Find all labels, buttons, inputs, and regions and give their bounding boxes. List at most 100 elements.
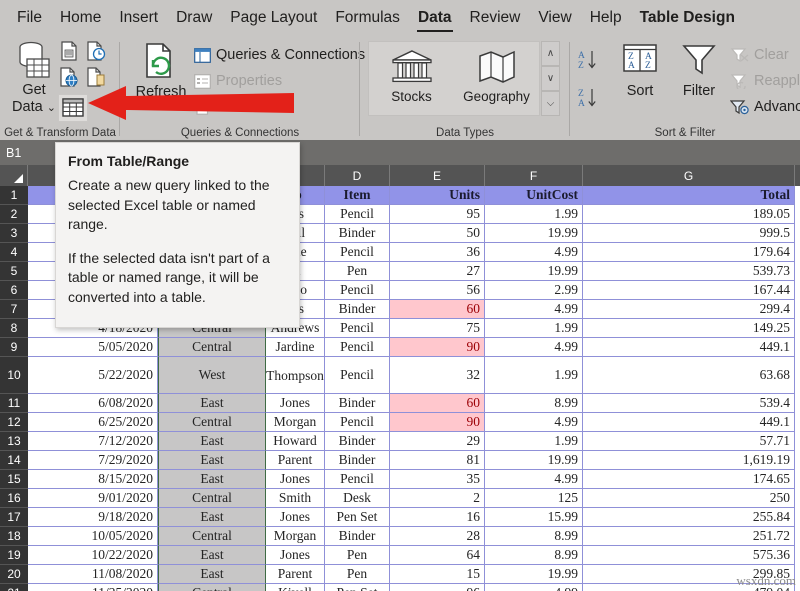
data-cell-units[interactable]: 50 xyxy=(390,224,485,243)
data-cell-unitcost[interactable]: 4.99 xyxy=(485,300,583,319)
data-cell-date[interactable]: 6/08/2020 xyxy=(28,394,158,413)
row-header-13[interactable]: 13 xyxy=(0,432,28,451)
data-cell-item[interactable]: Pencil xyxy=(325,243,390,262)
data-cell-unitcost[interactable]: 4.99 xyxy=(485,413,583,432)
data-cell-rep[interactable]: Parent xyxy=(266,565,325,584)
data-cell-total[interactable]: 449.1 xyxy=(583,338,795,357)
data-cell-units[interactable]: 36 xyxy=(390,243,485,262)
data-cell-units[interactable]: 90 xyxy=(390,413,485,432)
row-header-17[interactable]: 17 xyxy=(0,508,28,527)
data-cell-total[interactable]: 251.72 xyxy=(583,527,795,546)
row-header-4[interactable]: 4 xyxy=(0,243,28,262)
data-cell-total[interactable]: 255.84 xyxy=(583,508,795,527)
advanced-filter-button[interactable]: Advanced xyxy=(730,94,800,120)
data-cell-item[interactable]: Pencil xyxy=(325,357,390,394)
data-cell-unitcost[interactable]: 19.99 xyxy=(485,565,583,584)
data-cell-total[interactable]: 575.36 xyxy=(583,546,795,565)
row-header-9[interactable]: 9 xyxy=(0,338,28,357)
data-cell-total[interactable]: 539.4 xyxy=(583,394,795,413)
data-cell-unitcost[interactable]: 4.99 xyxy=(485,338,583,357)
data-cell-units[interactable]: 64 xyxy=(390,546,485,565)
data-cell-item[interactable]: Pencil xyxy=(325,470,390,489)
data-cell-total[interactable]: 1,619.19 xyxy=(583,451,795,470)
data-cell-region[interactable]: East xyxy=(158,470,266,489)
tab-review[interactable]: Review xyxy=(461,3,530,33)
data-cell-units[interactable]: 35 xyxy=(390,470,485,489)
data-cell-total[interactable]: 179.64 xyxy=(583,243,795,262)
data-cell-item[interactable]: Binder xyxy=(325,224,390,243)
sort-descending-button[interactable]: Z A xyxy=(576,84,608,112)
data-cell-units[interactable]: 29 xyxy=(390,432,485,451)
tab-file[interactable]: File xyxy=(8,3,51,33)
data-cell-rep[interactable]: Smith xyxy=(266,489,325,508)
data-cell-units[interactable]: 90 xyxy=(390,338,485,357)
data-cell-unitcost[interactable]: 4.99 xyxy=(485,470,583,489)
data-cell-unitcost[interactable]: 1.99 xyxy=(485,357,583,394)
gallery-more-button[interactable]: ⌵ xyxy=(541,91,560,116)
data-cell-item[interactable]: Pencil xyxy=(325,413,390,432)
from-recent-sources-button[interactable] xyxy=(85,40,109,64)
from-text-csv-button[interactable] xyxy=(58,40,82,64)
data-cell-date[interactable]: 9/18/2020 xyxy=(28,508,158,527)
gallery-scroll-down-button[interactable]: ∨ xyxy=(541,66,560,91)
data-cell-item[interactable]: Binder xyxy=(325,527,390,546)
row-header-16[interactable]: 16 xyxy=(0,489,28,508)
row-header-2[interactable]: 2 xyxy=(0,205,28,224)
data-cell-rep[interactable]: Morgan xyxy=(266,413,325,432)
data-cell-rep[interactable]: Morgan xyxy=(266,527,325,546)
data-cell-region[interactable]: Central xyxy=(158,527,266,546)
data-cell-item[interactable]: Binder xyxy=(325,394,390,413)
geography-button[interactable]: Geography xyxy=(461,47,533,104)
row-header-10[interactable]: 10 xyxy=(0,357,28,394)
data-cell-units[interactable]: 81 xyxy=(390,451,485,470)
data-cell-units[interactable]: 95 xyxy=(390,205,485,224)
data-cell-item[interactable]: Pencil xyxy=(325,205,390,224)
data-cell-rep[interactable]: Jones xyxy=(266,508,325,527)
data-cell-total[interactable]: 999.5 xyxy=(583,224,795,243)
column-header-G[interactable]: G xyxy=(583,165,795,186)
row-header-7[interactable]: 7 xyxy=(0,300,28,319)
row-header-19[interactable]: 19 xyxy=(0,546,28,565)
data-cell-region[interactable]: East xyxy=(158,432,266,451)
queries-and-connections-button[interactable]: Queries & Connections xyxy=(194,42,365,68)
data-cell-rep[interactable]: Jones xyxy=(266,546,325,565)
data-cell-unitcost[interactable]: 15.99 xyxy=(485,508,583,527)
data-cell-total[interactable]: 539.73 xyxy=(583,262,795,281)
data-cell-units[interactable]: 32 xyxy=(390,357,485,394)
data-cell-item[interactable]: Pen Set xyxy=(325,508,390,527)
data-cell-unitcost[interactable]: 1.99 xyxy=(485,319,583,338)
data-cell-region[interactable]: East xyxy=(158,394,266,413)
data-cell-total[interactable]: 250 xyxy=(583,489,795,508)
row-header-20[interactable]: 20 xyxy=(0,565,28,584)
data-cell-unitcost[interactable]: 8.99 xyxy=(485,394,583,413)
data-cell-item[interactable]: Pencil xyxy=(325,338,390,357)
data-cell-unitcost[interactable]: 19.99 xyxy=(485,451,583,470)
data-cell-region[interactable]: Central xyxy=(158,584,266,591)
data-cell-item[interactable]: Binder xyxy=(325,300,390,319)
data-cell-date[interactable]: 10/05/2020 xyxy=(28,527,158,546)
data-cell-units[interactable]: 75 xyxy=(390,319,485,338)
data-cell-date[interactable]: 6/25/2020 xyxy=(28,413,158,432)
data-cell-units[interactable]: 28 xyxy=(390,527,485,546)
data-cell-total[interactable]: 57.71 xyxy=(583,432,795,451)
data-cell-item[interactable]: Binder xyxy=(325,451,390,470)
data-cell-units[interactable]: 27 xyxy=(390,262,485,281)
row-header-14[interactable]: 14 xyxy=(0,451,28,470)
data-cell-unitcost[interactable]: 19.99 xyxy=(485,224,583,243)
row-header-11[interactable]: 11 xyxy=(0,394,28,413)
data-cell-date[interactable]: 7/12/2020 xyxy=(28,432,158,451)
tab-home[interactable]: Home xyxy=(51,3,110,33)
data-cell-unitcost[interactable]: 4.99 xyxy=(485,584,583,591)
data-cell-region[interactable]: East xyxy=(158,546,266,565)
data-cell-total[interactable]: 449.1 xyxy=(583,413,795,432)
column-title-cell[interactable]: Units xyxy=(390,186,485,205)
column-title-cell[interactable]: Total xyxy=(583,186,795,205)
data-cell-region[interactable]: Central xyxy=(158,413,266,432)
data-cell-date[interactable]: 11/25/2020 xyxy=(28,584,158,591)
tab-draw[interactable]: Draw xyxy=(167,3,221,33)
data-cell-region[interactable]: Central xyxy=(158,489,266,508)
tab-view[interactable]: View xyxy=(529,3,580,33)
column-header-E[interactable]: E xyxy=(390,165,485,186)
row-header-6[interactable]: 6 xyxy=(0,281,28,300)
column-title-cell[interactable]: Item xyxy=(325,186,390,205)
